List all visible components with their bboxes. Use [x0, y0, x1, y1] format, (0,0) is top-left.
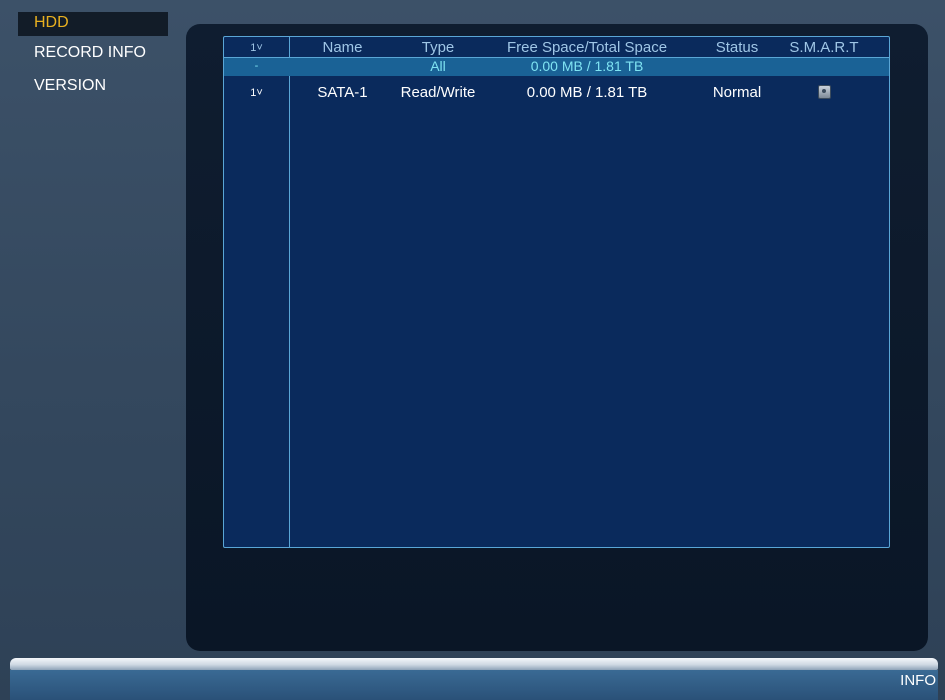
info-label: INFO — [900, 672, 936, 689]
all-row-space: 0.00 MB / 1.81 TB — [530, 58, 644, 74]
table-header: 1˅ Name Type Free Space/Total Space Stat… — [224, 37, 889, 58]
hdd-table: 1˅ Name Type Free Space/Total Space Stat… — [223, 36, 890, 548]
header-space[interactable]: Free Space/Total Space — [480, 37, 694, 57]
header-smart[interactable]: S.M.A.R.T — [768, 37, 880, 57]
menu-item-hdd[interactable]: HDD — [18, 12, 168, 36]
hdd-info-screen: HDD RECORD INFO VERSION 1˅ Name Type Fre… — [0, 0, 945, 700]
side-menu: HDD RECORD INFO VERSION — [18, 12, 168, 102]
table-row-all[interactable]: - All 0.00 MB / 1.81 TB — [224, 58, 889, 76]
disk-row-space: 0.00 MB / 1.81 TB — [526, 84, 648, 101]
header-type[interactable]: Type — [386, 37, 490, 57]
table-row[interactable]: 1˅ SATA-1 Read/Write 0.00 MB / 1.81 TB N… — [224, 83, 889, 103]
bottom-bar-highlight — [10, 658, 938, 670]
header-name[interactable]: Name — [290, 37, 395, 57]
all-row-type: All — [430, 58, 446, 74]
disk-row-name: SATA-1 — [317, 84, 368, 101]
disk-row-smart — [768, 83, 880, 103]
disk-row-status: Normal — [712, 84, 762, 101]
disk-row-num: 1˅ — [250, 87, 263, 99]
disk-row-type: Read/Write — [400, 84, 476, 101]
smart-detail-icon[interactable] — [817, 85, 831, 99]
bottom-bar-base — [10, 670, 938, 700]
all-row-name — [290, 58, 395, 76]
header-num[interactable]: 1˅ — [224, 37, 289, 57]
menu-item-version[interactable]: VERSION — [18, 69, 168, 102]
column-divider — [289, 37, 290, 547]
header-status[interactable]: Status — [698, 37, 776, 57]
bottom-bar: INFO — [10, 658, 938, 700]
menu-item-record-info[interactable]: RECORD INFO — [18, 36, 168, 69]
all-row-num: - — [254, 60, 259, 72]
